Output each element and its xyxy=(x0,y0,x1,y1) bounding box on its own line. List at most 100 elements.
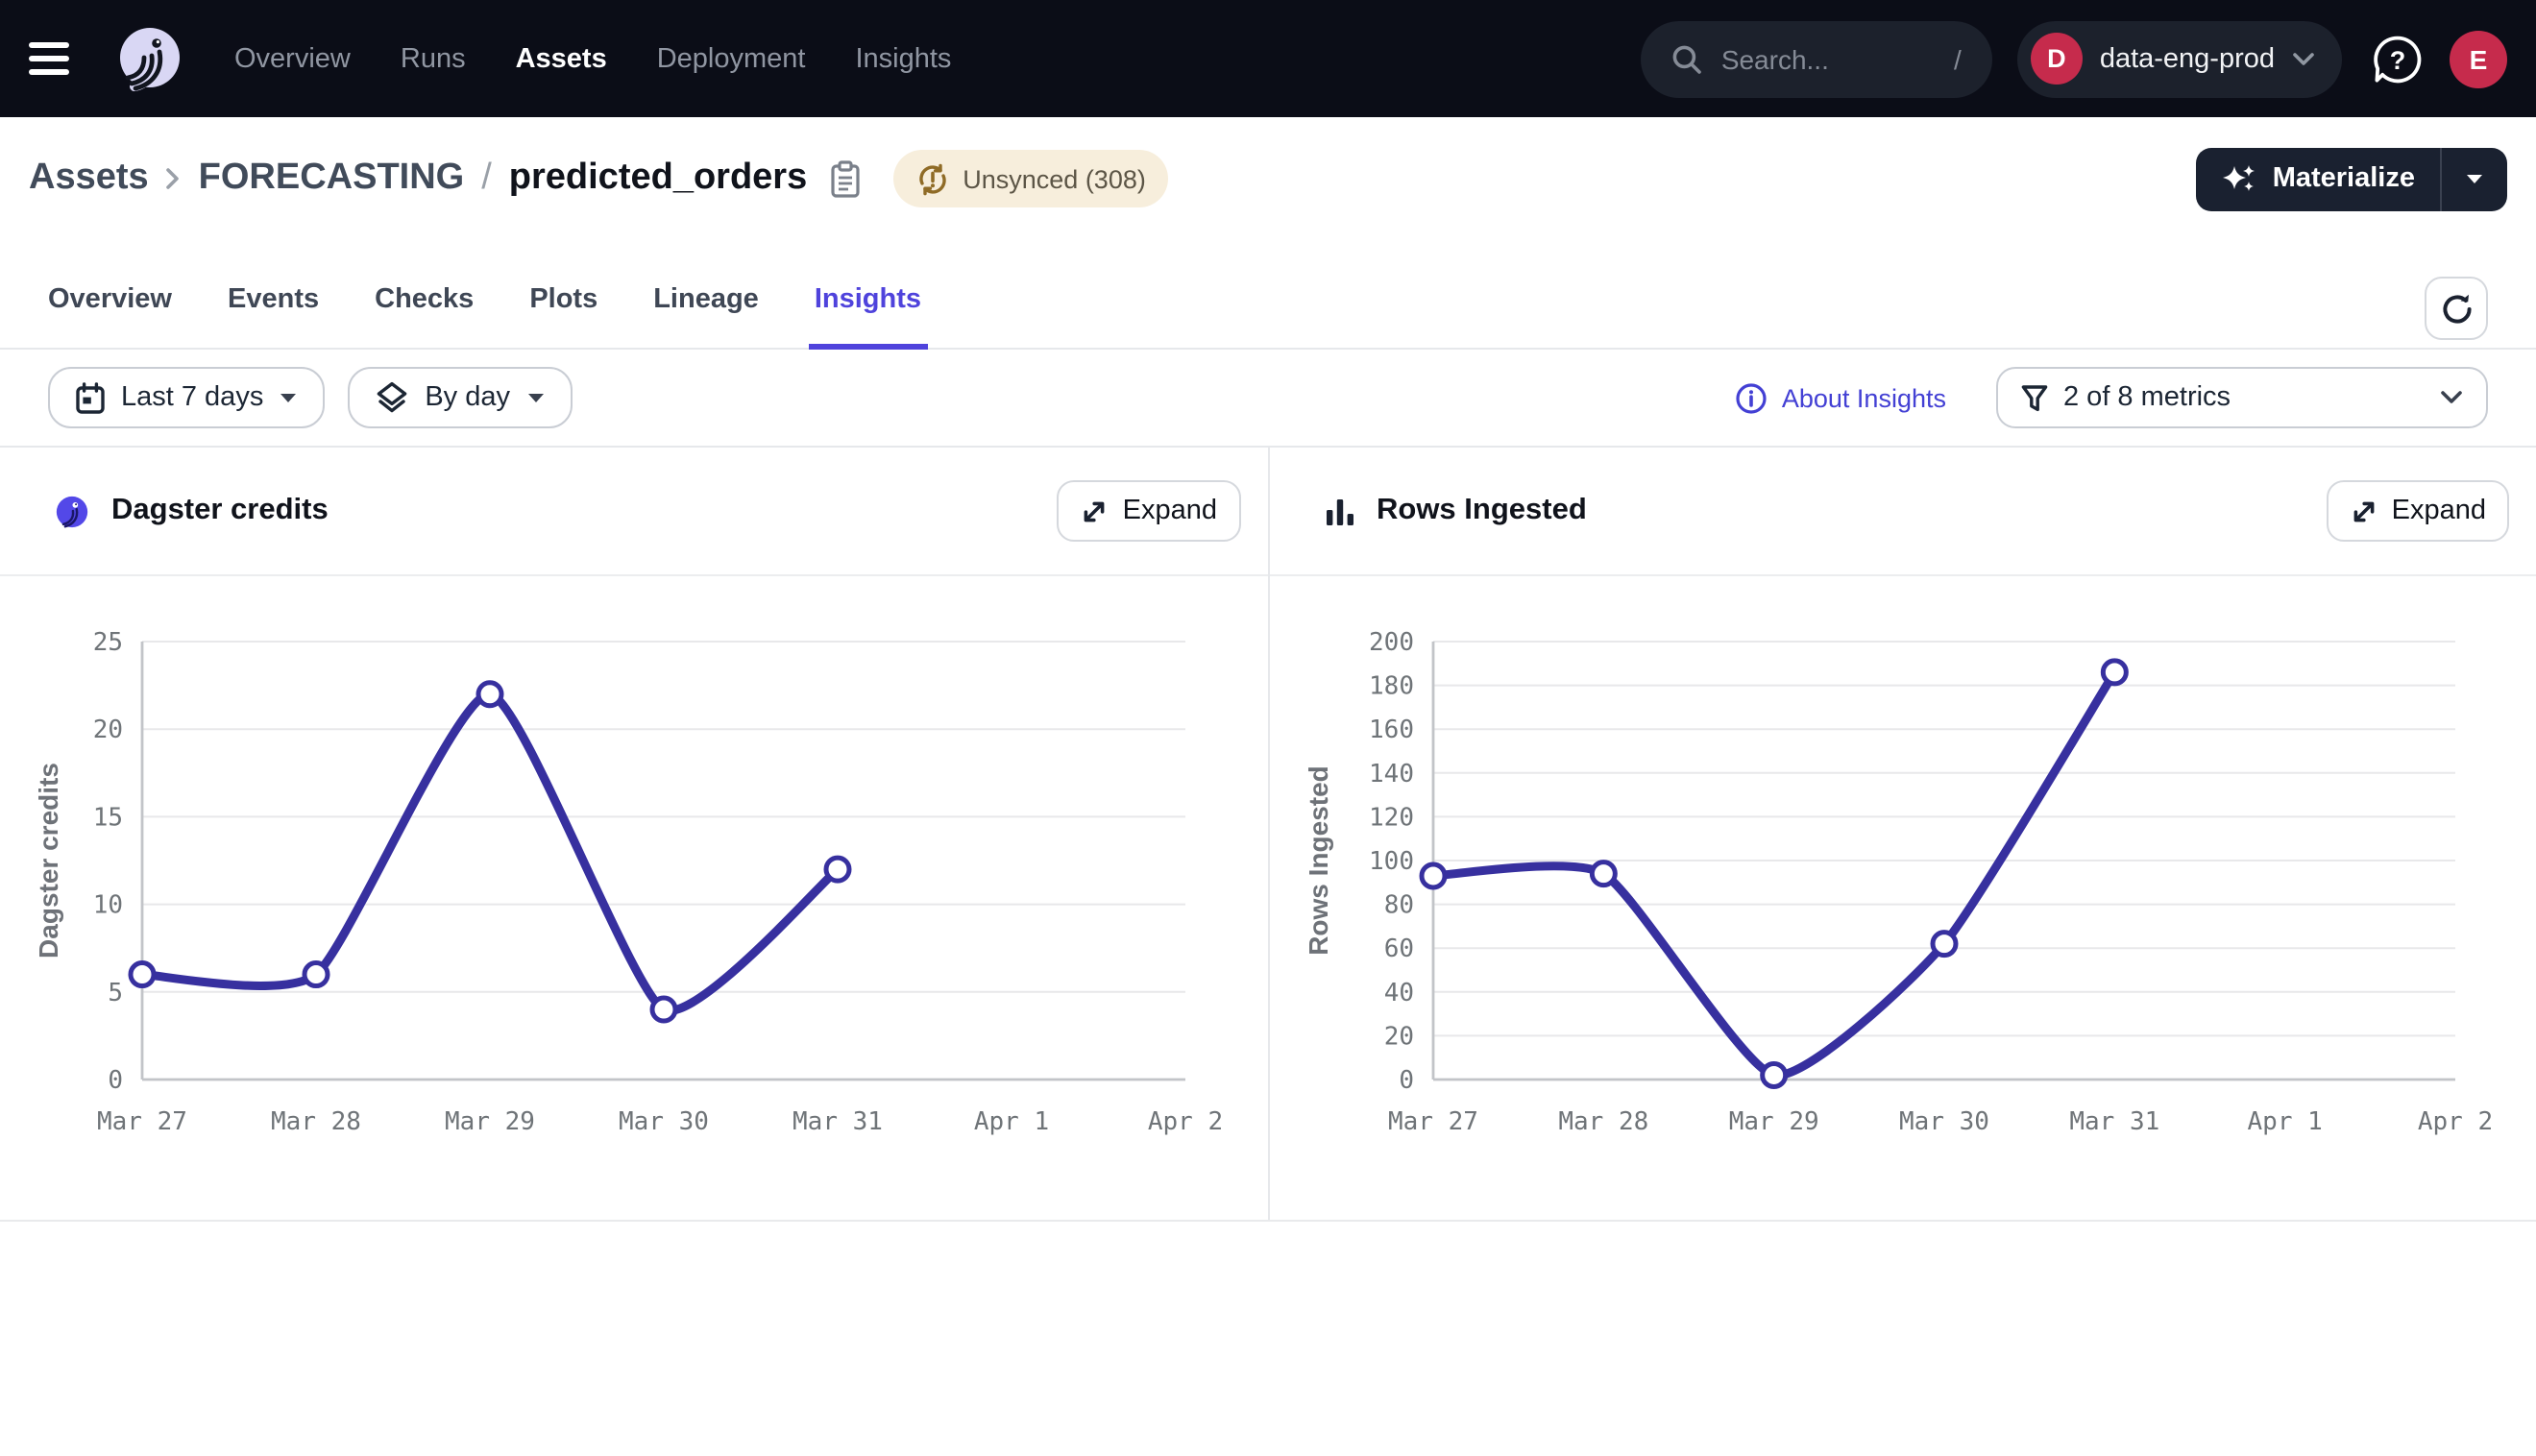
breadcrumb-group-link[interactable]: FORECASTING xyxy=(199,158,465,200)
deployment-badge: D xyxy=(2031,33,2083,85)
about-insights-label: About Insights xyxy=(1782,383,1946,412)
breadcrumb: Assets FORECASTING / predicted_orders xyxy=(29,158,863,200)
svg-text:140: 140 xyxy=(1368,760,1413,789)
svg-text:Apr 1: Apr 1 xyxy=(974,1107,1049,1136)
search-icon xyxy=(1671,43,1702,74)
svg-text:20: 20 xyxy=(93,716,123,744)
hamburger-menu-icon[interactable] xyxy=(29,30,86,87)
deployment-switcher[interactable]: D data-eng-prod xyxy=(2017,20,2342,97)
info-icon xyxy=(1736,381,1768,414)
svg-text:20: 20 xyxy=(1383,1022,1413,1051)
materialize-dropdown-button[interactable] xyxy=(2440,147,2507,210)
layers-icon xyxy=(375,380,409,415)
bar-chart-icon xyxy=(1323,495,1355,527)
svg-text:Apr 2: Apr 2 xyxy=(2417,1107,2492,1136)
chart-header: Dagster credits Expand xyxy=(0,448,1267,576)
svg-text:Mar 27: Mar 27 xyxy=(97,1107,187,1136)
breadcrumb-assets-link[interactable]: Assets xyxy=(29,158,149,200)
nav-item-runs[interactable]: Runs xyxy=(401,43,466,74)
expand-arrows-icon xyxy=(2350,497,2378,525)
caret-down-icon xyxy=(525,391,545,404)
svg-text:Mar 31: Mar 31 xyxy=(792,1107,883,1136)
svg-text:Mar 29: Mar 29 xyxy=(1728,1107,1818,1136)
tab-events[interactable]: Events xyxy=(228,284,319,348)
svg-text:Apr 1: Apr 1 xyxy=(2247,1107,2322,1136)
svg-text:0: 0 xyxy=(1398,1066,1413,1095)
svg-text:40: 40 xyxy=(1383,979,1413,1007)
chart-panel-rows-ingested: Rows Ingested Expand 0204060801001201401… xyxy=(1267,448,2536,1220)
expand-label: Expand xyxy=(1123,496,1217,526)
nav-item-assets[interactable]: Assets xyxy=(516,43,607,74)
svg-text:Mar 27: Mar 27 xyxy=(1387,1107,1477,1136)
expand-arrows-icon xyxy=(1081,497,1110,525)
unsynced-label: Unsynced (308) xyxy=(963,164,1146,193)
svg-text:Mar 29: Mar 29 xyxy=(445,1107,535,1136)
asset-name: predicted_orders xyxy=(509,158,807,200)
svg-text:Mar 30: Mar 30 xyxy=(1898,1107,1988,1136)
svg-text:80: 80 xyxy=(1383,891,1413,920)
metrics-select[interactable]: 2 of 8 metrics xyxy=(1996,367,2488,428)
chevron-right-icon xyxy=(166,167,182,190)
svg-text:Apr 2: Apr 2 xyxy=(1148,1107,1223,1136)
search-shortcut-hint: / xyxy=(1954,43,1962,74)
calendar-icon xyxy=(75,381,106,414)
tab-insights[interactable]: Insights xyxy=(815,284,921,348)
asset-tabs-row: Overview Events Checks Plots Lineage Ins… xyxy=(0,240,2536,350)
svg-text:200: 200 xyxy=(1368,628,1413,657)
refresh-button[interactable] xyxy=(2425,277,2488,340)
svg-text:Dagster credits: Dagster credits xyxy=(34,763,63,959)
materialize-label: Materialize xyxy=(2273,163,2415,194)
nav-item-deployment[interactable]: Deployment xyxy=(657,43,806,74)
about-insights-link[interactable]: About Insights xyxy=(1736,381,1946,414)
sync-alert-icon xyxy=(916,162,949,195)
line-chart-dagster-credits[interactable]: 0 5 10 15 20 25 Mar 27 Mar 28 Mar 29 Mar 30 Mar 31… xyxy=(0,576,1267,1220)
breadcrumb-separator: / xyxy=(481,158,492,200)
clipboard-icon[interactable] xyxy=(828,158,863,199)
asset-header: Assets FORECASTING / predicted_orders xyxy=(0,117,2536,240)
user-avatar[interactable]: E xyxy=(2450,30,2507,87)
deployment-name: data-eng-prod xyxy=(2100,43,2275,74)
tab-lineage[interactable]: Lineage xyxy=(653,284,759,348)
chart-header: Rows Ingested Expand xyxy=(1269,448,2536,576)
nav-item-insights[interactable]: Insights xyxy=(855,43,951,74)
chart-title: Dagster credits xyxy=(111,494,329,528)
tab-plots[interactable]: Plots xyxy=(529,284,597,348)
svg-text:10: 10 xyxy=(93,891,123,920)
materialize-button[interactable]: Materialize xyxy=(2196,147,2440,210)
expand-button[interactable]: Expand xyxy=(1058,480,1240,542)
expand-label: Expand xyxy=(2392,496,2486,526)
svg-text:120: 120 xyxy=(1368,803,1413,832)
unsynced-status-badge[interactable]: Unsynced (308) xyxy=(893,150,1169,207)
sparkles-icon xyxy=(2221,162,2257,195)
nav-item-overview[interactable]: Overview xyxy=(234,43,351,74)
svg-text:0: 0 xyxy=(108,1066,123,1095)
svg-text:5: 5 xyxy=(108,979,123,1007)
svg-text:Mar 28: Mar 28 xyxy=(1557,1107,1647,1136)
chevron-down-icon xyxy=(2440,390,2463,405)
svg-text:25: 25 xyxy=(93,628,123,657)
search-input[interactable]: Search... / xyxy=(1641,20,1992,97)
top-nav: Overview Runs Assets Deployment Insights… xyxy=(0,0,2536,117)
granularity-filter[interactable]: By day xyxy=(348,367,572,428)
dagster-logo-icon[interactable] xyxy=(111,20,188,97)
funnel-icon xyxy=(2021,383,2048,412)
date-range-filter[interactable]: Last 7 days xyxy=(48,367,325,428)
dagster-logo-icon xyxy=(54,493,90,529)
insights-charts: Dagster credits Expand 0 5 10 15 20 25 Mar 27 M… xyxy=(0,446,2536,1222)
svg-text:180: 180 xyxy=(1368,672,1413,701)
tab-overview[interactable]: Overview xyxy=(48,284,172,348)
granularity-label: By day xyxy=(425,382,510,413)
svg-text:Mar 30: Mar 30 xyxy=(619,1107,709,1136)
svg-text:Mar 31: Mar 31 xyxy=(2068,1107,2158,1136)
svg-text:Mar 28: Mar 28 xyxy=(271,1107,361,1136)
primary-nav: Overview Runs Assets Deployment Insights xyxy=(234,43,951,74)
svg-text:60: 60 xyxy=(1383,934,1413,963)
help-icon[interactable]: ? xyxy=(2371,32,2425,85)
tab-checks[interactable]: Checks xyxy=(375,284,474,348)
refresh-icon xyxy=(2439,291,2474,326)
date-range-label: Last 7 days xyxy=(121,382,263,413)
svg-text:15: 15 xyxy=(93,803,123,832)
line-chart-rows-ingested[interactable]: 020406080100120140160180200Mar 27Mar 28M… xyxy=(1269,576,2536,1220)
expand-button[interactable]: Expand xyxy=(2327,480,2509,542)
metrics-selected-label: 2 of 8 metrics xyxy=(2063,382,2231,413)
